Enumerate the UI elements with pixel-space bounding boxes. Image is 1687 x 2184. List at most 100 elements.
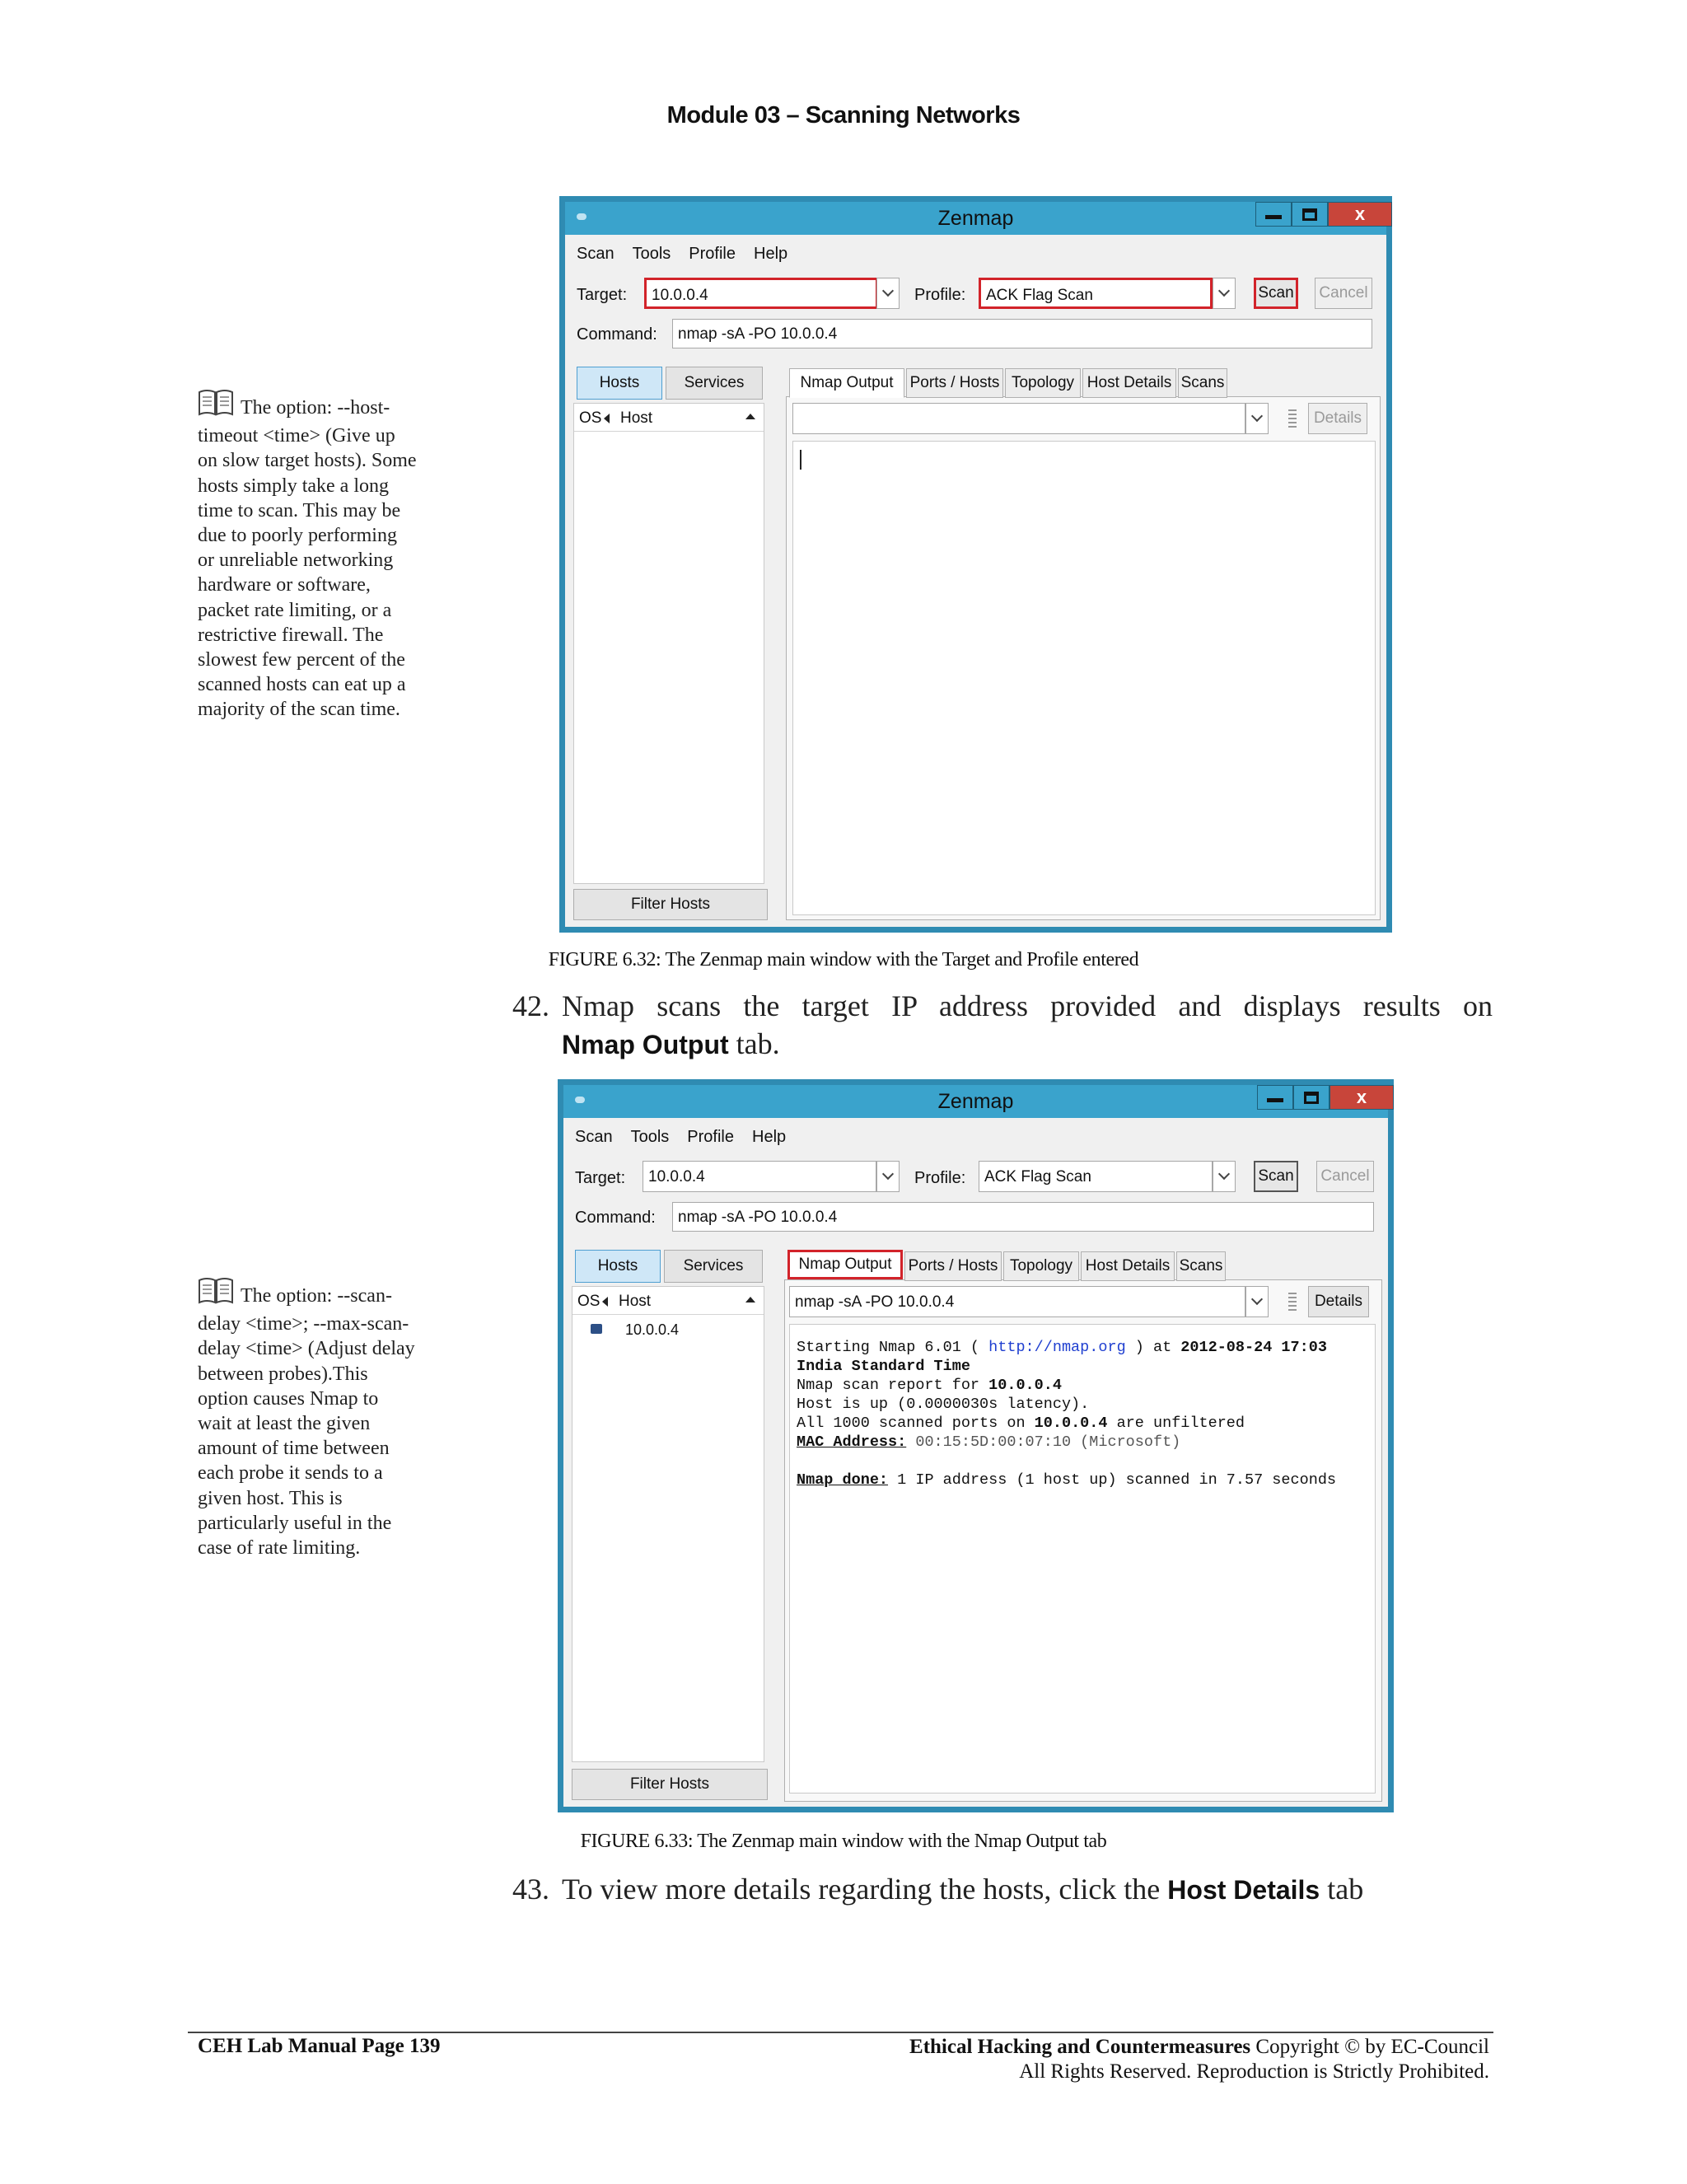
chevron-down-icon [1250,1293,1264,1306]
footer-divider [188,2032,1493,2033]
menu-scan[interactable]: Scan [575,1128,613,1147]
tab-host-details[interactable]: Host Details [1082,368,1176,398]
page-header: Module 03 – Scanning Networks [666,102,1021,129]
menu-scan[interactable]: Scan [577,245,615,264]
book-icon [198,387,234,423]
host-row[interactable]: 10.0.0.4 [572,1318,764,1343]
services-tab[interactable]: Services [666,367,763,400]
output-line-report: Nmap scan report for 10.0.0.4 [797,1377,1062,1394]
filter-hosts-button[interactable]: Filter Hosts [572,1769,768,1800]
title-bar: Zenmap x [565,202,1392,235]
nmap-output-emphasis: Nmap Output [562,1030,729,1059]
title-bar: Zenmap x [563,1085,1394,1118]
host-list: OS Host [573,403,764,884]
output-line-timezone: India Standard Time [797,1358,970,1375]
arrow-left-icon [604,414,610,423]
cancel-button[interactable]: Cancel [1316,1161,1374,1192]
step-42-line2: Nmap Output tab. [562,1027,780,1060]
filter-hosts-button[interactable]: Filter Hosts [573,889,768,920]
close-button[interactable]: x [1330,1085,1394,1110]
tab-nmap-output[interactable]: Nmap Output [787,1250,903,1279]
output-line-ports: All 1000 scanned ports on 10.0.0.4 are u… [797,1415,1245,1432]
output-line-mac: MAC Address: 00:15:5D:00:07:10 (Microsof… [797,1433,1181,1451]
target-input[interactable]: 10.0.0.4 [643,1161,876,1192]
target-input[interactable]: 10.0.0.4 [644,278,878,309]
footer-page-label: CEH Lab Manual Page 139 [198,2035,441,2057]
chevron-down-icon [1250,409,1264,423]
profile-select[interactable]: ACK Flag Scan [979,1161,1213,1192]
output-line-done: Nmap done: 1 IP address (1 host up) scan… [797,1471,1337,1489]
details-button[interactable]: Details [1308,403,1367,434]
minimize-button[interactable] [1257,1085,1293,1110]
tab-ports-hosts[interactable]: Ports / Hosts [904,1251,1002,1281]
os-column[interactable]: OS [577,1293,600,1311]
output-dropdown[interactable] [1245,403,1269,434]
minimize-icon [1265,214,1282,219]
command-input[interactable]: nmap -sA -PO 10.0.0.4 [672,319,1372,348]
profile-dropdown[interactable] [1213,1161,1236,1192]
command-label: Command: [575,1209,656,1227]
maximize-button[interactable] [1293,1085,1330,1110]
os-column[interactable]: OS [579,409,601,428]
target-label: Target: [577,286,628,304]
close-button[interactable]: x [1328,202,1392,227]
menu-tools[interactable]: Tools [631,1128,670,1147]
nmap-org-link[interactable]: http://nmap.org [988,1339,1126,1356]
figure-caption-6-33: FIGURE 6.33: The Zenmap main window with… [580,1831,1107,1852]
chevron-down-icon [1217,284,1231,297]
output-line-host-up: Host is up (0.0000030s latency). [797,1396,1090,1413]
target-dropdown[interactable] [876,1161,900,1192]
menu-bar: Scan Tools Profile Help [577,245,787,264]
output-line-starting: Starting Nmap 6.01 ( http://nmap.org ) a… [797,1339,1327,1356]
output-select[interactable] [792,403,1245,434]
services-tab[interactable]: Services [664,1250,763,1283]
minimize-button[interactable] [1255,202,1292,227]
text-cursor [800,450,801,470]
output-select[interactable]: nmap -sA -PO 10.0.0.4 [789,1286,1245,1317]
output-text-area[interactable]: Starting Nmap 6.01 ( http://nmap.org ) a… [789,1324,1376,1793]
menu-profile[interactable]: Profile [687,1128,734,1147]
chevron-down-icon [1217,1167,1231,1181]
menu-help[interactable]: Help [752,1128,786,1147]
details-button[interactable]: Details [1308,1286,1369,1317]
maximize-button[interactable] [1292,202,1328,227]
host-details-emphasis: Host Details [1167,1875,1320,1905]
tab-host-details[interactable]: Host Details [1081,1251,1175,1281]
cancel-button[interactable]: Cancel [1315,278,1372,309]
profile-select[interactable]: ACK Flag Scan [979,278,1213,309]
maximize-icon [1304,1091,1319,1104]
step-42-number: 42. [512,989,549,1022]
figure-caption-6-32: FIGURE 6.32: The Zenmap main window with… [548,949,1139,970]
scan-button[interactable]: Scan [1254,278,1298,309]
grip-icon [1288,1293,1297,1311]
tab-topology[interactable]: Topology [1003,1251,1079,1281]
output-dropdown[interactable] [1245,1286,1269,1317]
host-column[interactable]: Host [619,1293,651,1311]
windows-os-icon [591,1324,602,1334]
sort-up-icon [745,1297,755,1302]
host-list: OS Host 10.0.0.4 [572,1286,764,1762]
tab-nmap-output[interactable]: Nmap Output [789,368,904,398]
scan-button[interactable]: Scan [1254,1161,1298,1192]
target-dropdown[interactable] [876,278,900,309]
menu-tools[interactable]: Tools [633,245,671,264]
hosts-tab[interactable]: Hosts [577,367,662,400]
menu-profile[interactable]: Profile [689,245,736,264]
tab-topology[interactable]: Topology [1005,368,1081,398]
host-list-header: OS Host [574,404,764,432]
step-43-number: 43. [512,1873,549,1906]
output-text-area[interactable] [792,441,1376,915]
menu-help[interactable]: Help [754,245,787,264]
zenmap-window-1: Zenmap x Scan Tools Profile Help Target:… [559,196,1392,933]
hosts-tab[interactable]: Hosts [575,1250,661,1283]
tab-ports-hosts[interactable]: Ports / Hosts [906,368,1003,398]
side-note-scan-delay: The option: --scan- delay <time>; --max-… [198,1275,445,1560]
host-column[interactable]: Host [620,409,652,428]
profile-dropdown[interactable] [1213,278,1236,309]
side-note-host-timeout: The option: --host- timeout <time> (Give… [198,387,445,723]
chevron-down-icon [881,284,895,297]
tab-scans[interactable]: Scans [1178,368,1227,398]
arrow-left-icon [602,1297,608,1307]
command-input[interactable]: nmap -sA -PO 10.0.0.4 [672,1202,1374,1232]
tab-scans[interactable]: Scans [1176,1251,1226,1281]
